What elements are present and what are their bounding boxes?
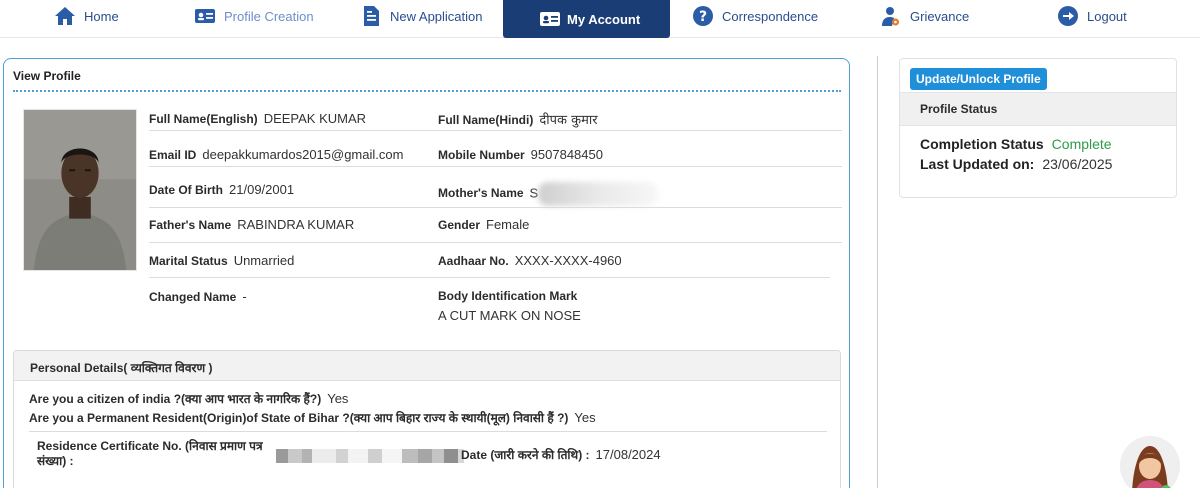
citizen-answer: Yes — [327, 391, 349, 406]
nav-logout[interactable]: Logout — [1057, 0, 1127, 32]
personal-details-section: Personal Details( व्यक्तिगत विवरण ) Are … — [13, 350, 841, 488]
mobile-label: Mobile Number — [438, 148, 525, 162]
svg-text:?: ? — [699, 9, 707, 25]
nav-my-account-label: My Account — [567, 11, 641, 27]
last-updated-row: Last Updated on: 23/06/2025 — [920, 156, 1112, 172]
full-name-english-value: DEEPAK KUMAR — [263, 111, 367, 126]
nav-grievance[interactable]: Grievance — [880, 0, 969, 32]
full-name-hindi-field: Full Name(Hindi) दीपक कुमार — [438, 110, 598, 128]
nav-profile-creation-label: Profile Creation — [224, 8, 314, 24]
dob-label: Date Of Birth — [149, 183, 224, 197]
body-mark-label: Body Identification Mark — [438, 289, 578, 303]
column-divider — [877, 56, 878, 488]
changed-name-value: - — [242, 289, 247, 304]
body-mark-value: A CUT MARK ON NOSE — [438, 308, 581, 323]
mobile-field: Mobile Number 9507848450 — [438, 147, 603, 162]
help-circle-icon: ? — [692, 5, 714, 27]
gender-value: Female — [486, 217, 530, 232]
email-value: deepakkumardos2015@gmail.com — [202, 147, 404, 162]
gender-label: Gender — [438, 218, 481, 232]
row-divider — [149, 207, 842, 208]
nav-profile-creation[interactable]: Profile Creation — [194, 0, 314, 32]
father-name-field: Father's Name RABINDRA KUMAR — [149, 217, 354, 232]
row-divider — [149, 242, 842, 243]
title-divider — [13, 90, 841, 92]
document-icon — [360, 5, 382, 27]
row-divider — [149, 130, 842, 131]
nav-new-application[interactable]: New Application — [360, 0, 483, 32]
marital-status-value: Unmarried — [233, 253, 295, 268]
issue-date-label: Date (जारी करने की तिथि) : — [461, 448, 590, 462]
full-name-english-field: Full Name(English) DEEPAK KUMAR — [149, 111, 366, 126]
mother-name-field: Mother's Name S — [438, 182, 659, 206]
account-card-icon — [539, 8, 561, 30]
resident-question-label: Are you a Permanent Resident(Origin)of S… — [29, 411, 569, 425]
gender-field: Gender Female — [438, 217, 529, 232]
completion-status-label: Completion Status — [920, 136, 1044, 152]
nav-correspondence[interactable]: ? Correspondence — [692, 0, 818, 32]
marital-status-field: Marital Status Unmarried — [149, 253, 294, 268]
changed-name-label: Changed Name — [149, 290, 237, 304]
profile-status-header: Profile Status — [900, 92, 1176, 126]
mother-name-value: S — [530, 182, 659, 206]
marital-status-label: Marital Status — [149, 254, 228, 268]
nav-new-application-label: New Application — [390, 8, 483, 24]
issue-date-field: Date (जारी करने की तिथि) : 17/08/2024 — [461, 446, 661, 463]
email-label: Email ID — [149, 148, 197, 162]
residence-certificate-label: Residence Certificate No. (निवास प्रमाण … — [37, 439, 263, 468]
user-gear-icon — [880, 5, 902, 27]
full-name-english-label: Full Name(English) — [149, 112, 258, 126]
completion-status-value: Complete — [1051, 136, 1112, 152]
dob-field: Date Of Birth 21/09/2001 — [149, 182, 294, 197]
redacted-pixelation — [276, 447, 464, 465]
resident-answer: Yes — [574, 410, 596, 425]
nav-home-label: Home — [84, 8, 119, 24]
changed-name-field: Changed Name - — [149, 289, 247, 304]
father-name-label: Father's Name — [149, 218, 232, 232]
top-navigation: Home Profile Creation New Application My… — [0, 0, 1200, 38]
resident-question: Are you a Permanent Resident(Origin)of S… — [29, 409, 596, 426]
last-updated-value: 23/06/2025 — [1042, 156, 1113, 172]
nav-grievance-label: Grievance — [910, 8, 970, 24]
dob-value: 21/09/2001 — [229, 182, 295, 197]
profile-status-card: Update/Unlock Profile Profile Status Com… — [899, 58, 1177, 198]
view-profile-card: View Profile Full Name(English) DEEPAK K… — [3, 58, 850, 488]
id-card-icon — [194, 5, 216, 27]
personal-details-title: Personal Details( व्यक्तिगत विवरण ) — [30, 361, 213, 375]
view-profile-title: View Profile — [13, 69, 81, 83]
aadhaar-value: XXXX-XXXX-4960 — [514, 253, 622, 268]
profile-status-title: Profile Status — [920, 102, 998, 116]
logout-arrow-icon — [1057, 5, 1079, 27]
row-divider — [29, 431, 827, 432]
aadhaar-label: Aadhaar No. — [438, 254, 509, 268]
father-name-value: RABINDRA KUMAR — [237, 217, 355, 232]
full-name-hindi-value: दीपक कुमार — [539, 113, 598, 128]
nav-home[interactable]: Home — [54, 0, 119, 32]
nav-logout-label: Logout — [1087, 8, 1127, 24]
row-divider — [149, 277, 830, 278]
issue-date-value: 17/08/2024 — [595, 447, 661, 462]
home-icon — [54, 5, 76, 27]
citizen-question: Are you a citizen of india ?(क्या आप भार… — [29, 390, 348, 407]
chat-assistant-avatar[interactable] — [1120, 436, 1180, 488]
mother-name-label: Mother's Name — [438, 186, 524, 201]
nav-my-account[interactable]: My Account — [503, 0, 670, 38]
nav-correspondence-label: Correspondence — [722, 8, 819, 24]
full-name-hindi-label: Full Name(Hindi) — [438, 113, 534, 127]
citizen-question-label: Are you a citizen of india ?(क्या आप भार… — [29, 392, 322, 406]
completion-status-row: Completion Status Complete — [920, 136, 1112, 152]
aadhaar-field: Aadhaar No. XXXX-XXXX-4960 — [438, 253, 622, 268]
mother-name-initial: S — [529, 185, 539, 201]
email-field: Email ID deepakkumardos2015@gmail.com — [149, 147, 403, 162]
row-divider — [149, 166, 842, 167]
last-updated-label: Last Updated on: — [920, 156, 1035, 172]
profile-photo — [23, 109, 137, 271]
mobile-value: 9507848450 — [530, 147, 603, 162]
personal-details-header: Personal Details( व्यक्तिगत विवरण ) — [14, 351, 840, 381]
redacted-blur — [538, 182, 659, 206]
update-unlock-profile-button[interactable]: Update/Unlock Profile — [910, 68, 1047, 90]
